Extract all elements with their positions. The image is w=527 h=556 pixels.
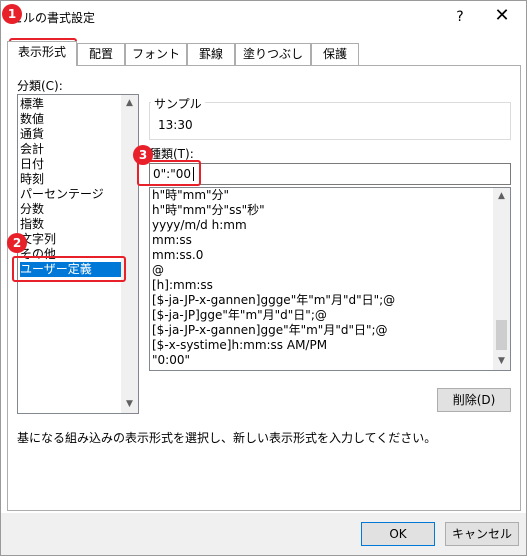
cancel-button[interactable]: キャンセル	[445, 522, 519, 546]
step-badge-3: 3	[133, 145, 153, 165]
delete-button[interactable]: 削除(D)	[437, 388, 511, 412]
description-text: 基になる組み込みの表示形式を選択し、新しい表示形式を入力してください。	[17, 431, 437, 445]
tab-protection[interactable]: 保護	[311, 43, 359, 65]
tab-font[interactable]: フォント	[125, 43, 187, 65]
step-badge-1: 1	[2, 4, 22, 24]
format-item[interactable]: mm:ss.0	[152, 248, 488, 263]
format-item[interactable]: h"時"mm"分"	[152, 188, 488, 203]
format-item[interactable]: [$-x-systime]h:mm:ss AM/PM	[152, 338, 488, 353]
category-item-time[interactable]: 時刻	[20, 172, 120, 187]
category-item-scientific[interactable]: 指数	[20, 217, 120, 232]
tab-number[interactable]: 表示形式	[7, 41, 77, 66]
step-badge-2: 2	[7, 233, 27, 253]
type-format-list: h"時"mm"分" h"時"mm"分"ss"秒" yyyy/m/d h:mm m…	[149, 187, 511, 371]
scroll-down-arrow-icon[interactable]: ▼	[493, 353, 510, 370]
type-input[interactable]: 0":"00​	[149, 163, 511, 185]
tab-border[interactable]: 罫線	[187, 43, 235, 65]
title-bar: セルの書式設定 ? ✕	[1, 1, 526, 33]
format-item[interactable]: [h]:mm:ss	[152, 278, 488, 293]
format-item[interactable]: yyyy/m/d h:mm	[152, 218, 488, 233]
format-item[interactable]: [$-ja-JP]gge"年"m"月"d"日";@	[152, 308, 488, 323]
category-list: 標準 数値 通貨 会計 日付 時刻 パーセンテージ 分数 指数 文字列 その他 …	[17, 94, 139, 414]
tab-alignment[interactable]: 配置	[77, 43, 125, 65]
sample-value: 13:30	[158, 118, 193, 132]
category-item-accounting[interactable]: 会計	[20, 142, 120, 157]
category-label: 分類(C):	[17, 79, 63, 93]
format-item[interactable]: "0:00"	[152, 353, 488, 368]
scroll-up-arrow-icon[interactable]: ▲	[493, 188, 510, 205]
close-button[interactable]: ✕	[487, 5, 517, 29]
highlight-category-custom	[12, 256, 126, 282]
scrollbar-thumb[interactable]	[496, 320, 507, 350]
category-item-general[interactable]: 標準	[20, 97, 120, 112]
category-item-fraction[interactable]: 分数	[20, 202, 120, 217]
format-cells-dialog: セルの書式設定 ? ✕ 表示形式 配置 フォント 罫線 塗りつぶし 保護 分類(…	[0, 0, 527, 556]
category-scrollbar[interactable]: ▲ ▼	[121, 95, 138, 413]
dialog-title: セルの書式設定	[11, 11, 96, 25]
format-item[interactable]: [$-ja-JP-x-gannen]gge"年"m"月"d"日";@	[152, 323, 488, 338]
help-button[interactable]: ?	[445, 5, 475, 29]
format-item[interactable]: [$-ja-JP-x-gannen]ggge"年"m"月"d"日";@	[152, 293, 488, 308]
category-item-text[interactable]: 文字列	[20, 232, 120, 247]
format-item[interactable]: mm:ss	[152, 233, 488, 248]
type-list-scrollbar[interactable]: ▲ ▼	[493, 188, 510, 370]
ok-button[interactable]: OK	[361, 522, 435, 546]
category-item-currency[interactable]: 通貨	[20, 127, 120, 142]
scroll-up-arrow-icon[interactable]: ▲	[121, 95, 138, 112]
format-item[interactable]: h"時"mm"分"ss"秒"	[152, 203, 488, 218]
category-item-percentage[interactable]: パーセンテージ	[20, 187, 120, 202]
sample-label: サンプル	[151, 95, 205, 112]
scroll-down-arrow-icon[interactable]: ▼	[121, 396, 138, 413]
format-item[interactable]: @	[152, 263, 488, 278]
tab-fill[interactable]: 塗りつぶし	[235, 43, 311, 65]
category-item-date[interactable]: 日付	[20, 157, 120, 172]
category-item-number[interactable]: 数値	[20, 112, 120, 127]
